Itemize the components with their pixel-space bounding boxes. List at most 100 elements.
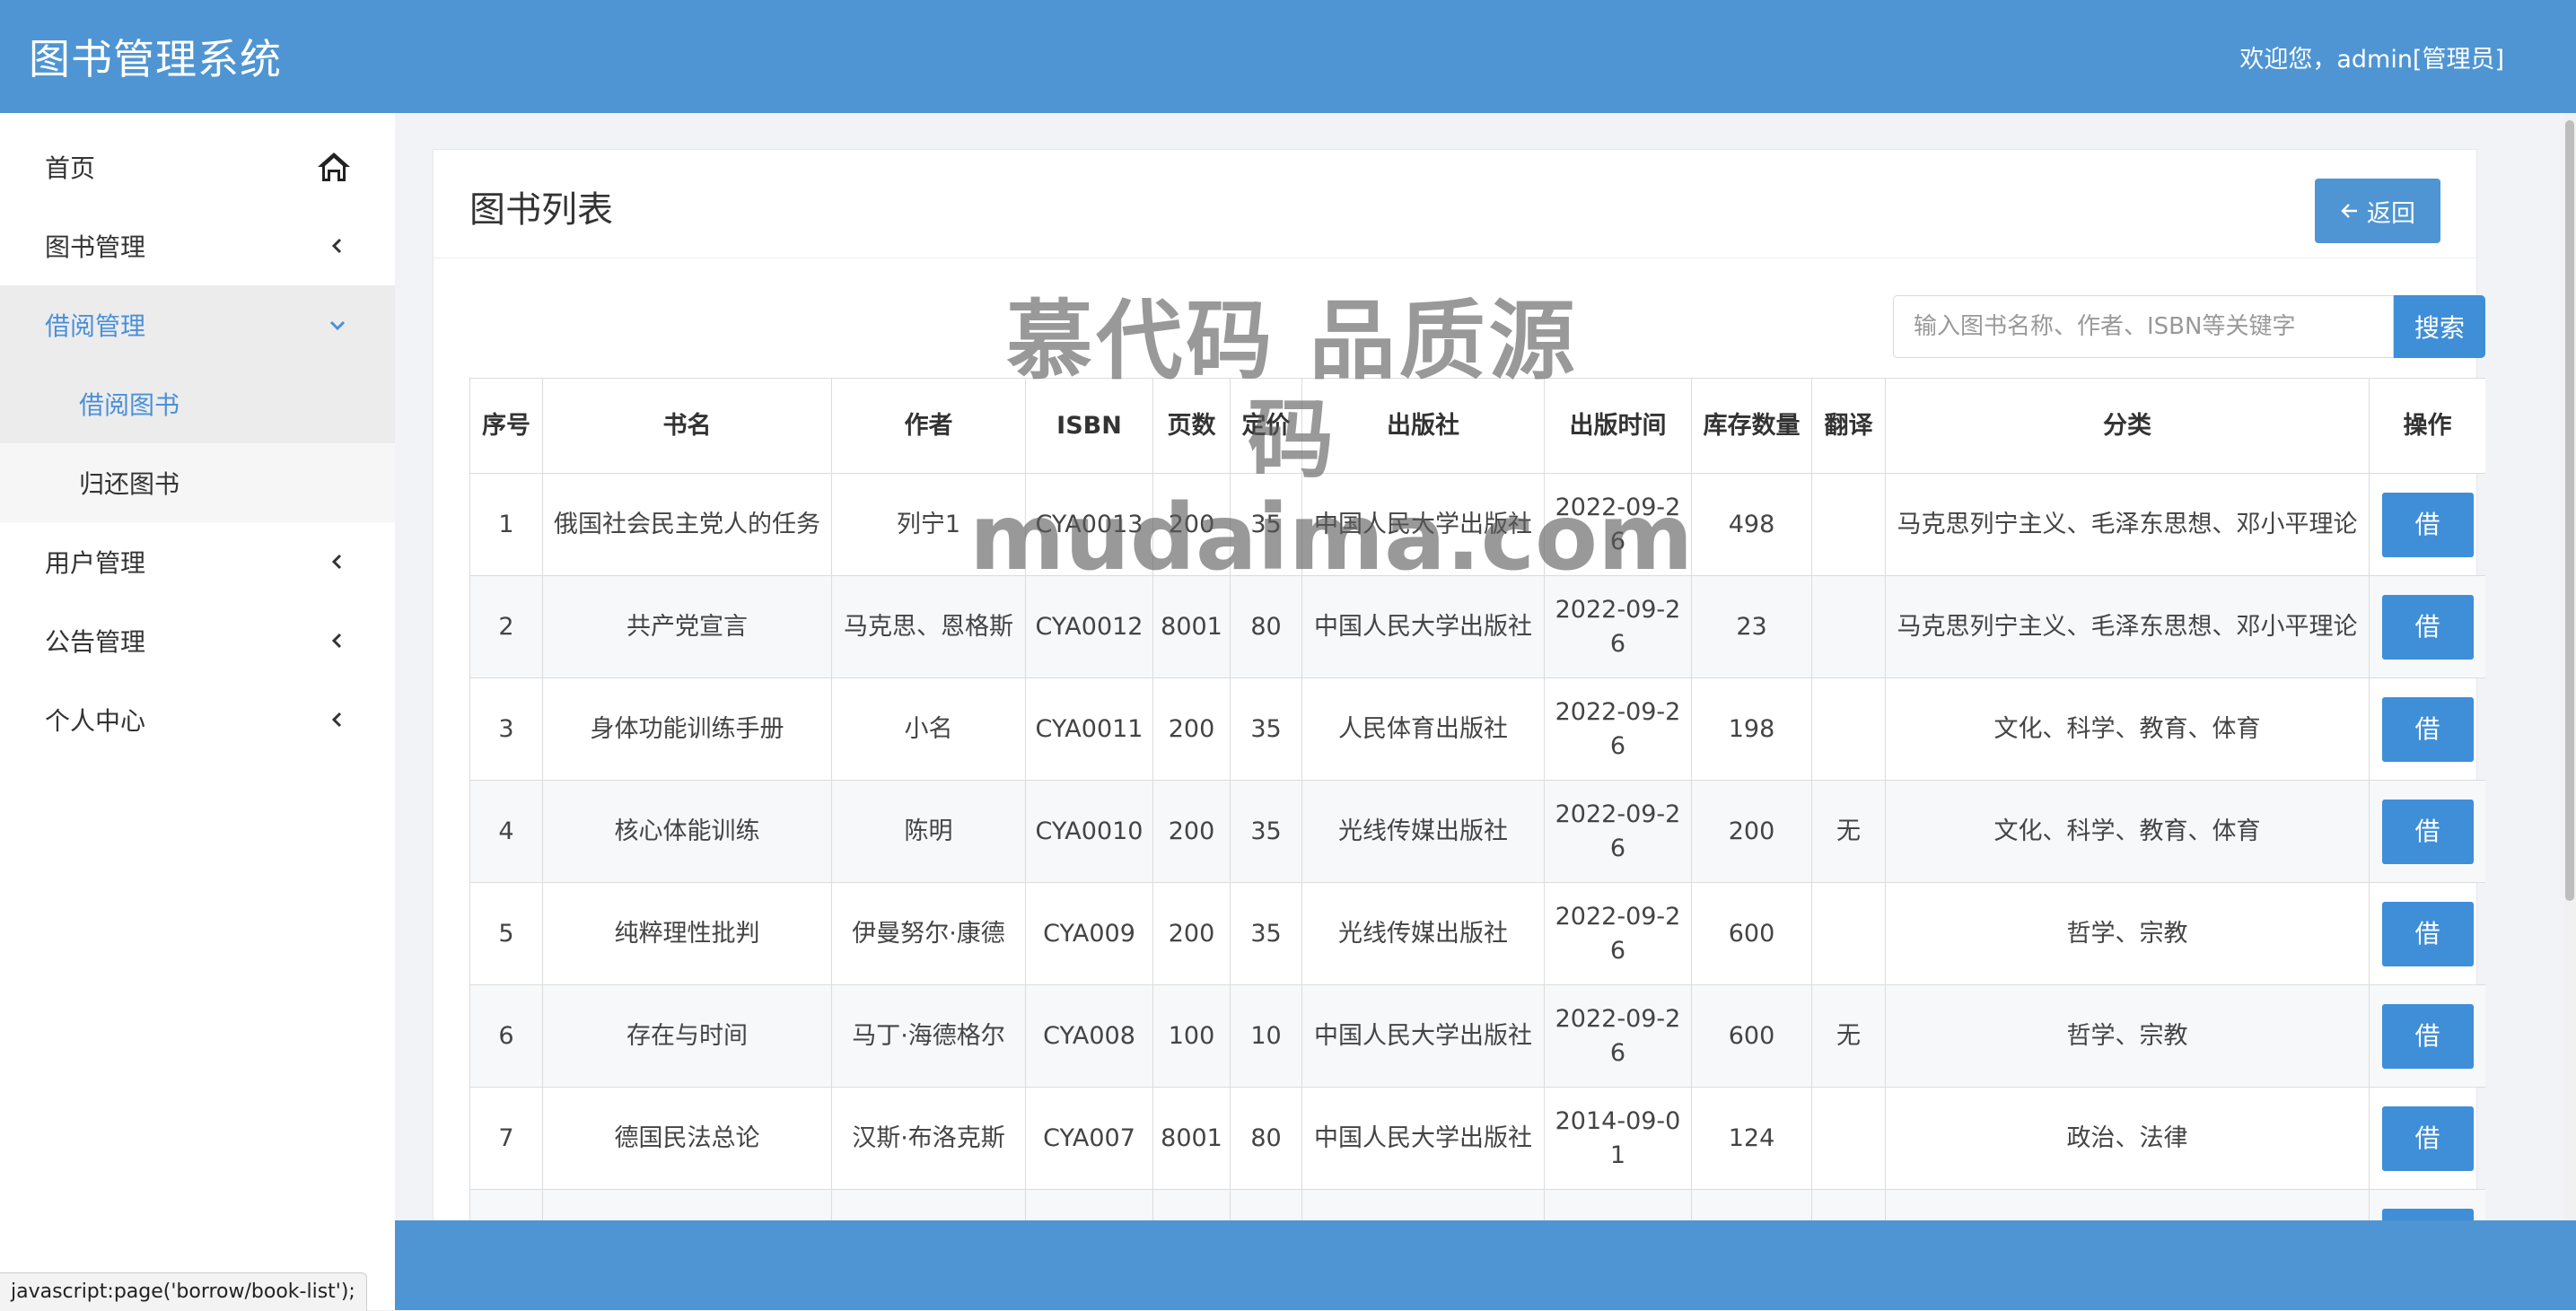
search-button[interactable]: 搜索 [2394, 295, 2485, 358]
borrow-button[interactable]: 借 [2381, 1106, 2474, 1171]
table-cell: 200 [1152, 882, 1231, 985]
borrow-button[interactable]: 借 [2381, 1003, 2474, 1069]
sidebar-subitem-return-book[interactable]: 归还图书 [0, 443, 395, 522]
table-cell: 5 [469, 882, 543, 985]
table-cell: 200 [1152, 677, 1231, 781]
table-cell: 马克思、恩格斯 [831, 575, 1026, 678]
arrow-left-icon [2341, 204, 2357, 218]
sidebar-subitem-label: 借阅图书 [79, 390, 180, 420]
table-cell: CYA008 [1025, 984, 1153, 1088]
table-row: 5 纯粹理性批判 伊曼努尔·康德 CYA009 200 35 光线传媒出版社 2022-09-… [469, 882, 2485, 985]
borrow-button[interactable]: 借 [2381, 799, 2474, 864]
table-cell: 俄国社会民主党人的任务 [542, 473, 832, 576]
table-cell: 无 [1811, 780, 1886, 883]
back-button[interactable]: 返回 [2315, 179, 2440, 243]
table-cell: 哲学、宗教 [1885, 882, 2370, 985]
sidebar-item-book-management[interactable]: 图书管理 [0, 206, 395, 285]
borrow-button[interactable]: 借 [2381, 492, 2474, 557]
sidebar-item-borrow-management[interactable]: 借阅管理 [0, 285, 395, 364]
table-cell [1811, 1189, 1886, 1221]
table-cell [469, 1189, 543, 1221]
table-cell: 200 [1152, 473, 1231, 576]
column-header: 翻译 [1811, 378, 1886, 474]
table-cell: CYA0010 [1025, 780, 1153, 883]
table-cell: CYA009 [1025, 882, 1153, 985]
column-header: 操作 [2369, 378, 2485, 474]
scrollbar-thumb[interactable] [2565, 120, 2574, 901]
sidebar-subitem-label: 归还图书 [79, 469, 180, 499]
table-cell: 马克思列宁主义、毛泽东思想、邓小平理论 [1885, 575, 2370, 678]
sidebar-item-notice-management[interactable]: 公告管理 [0, 601, 395, 680]
table-header: 序号 书名 作者 ISBN 页数 定价 出版社 出版时间 库存数量 翻译 分类 操作 [469, 378, 2485, 474]
card-header: 图书列表 返回 [434, 150, 2476, 258]
table-cell-action: 借 [2369, 780, 2485, 883]
table-cell: 198 [1691, 677, 1812, 781]
table-cell: 23 [1691, 575, 1812, 678]
borrow-button[interactable]: 借 [2381, 696, 2474, 762]
sidebar-item-home[interactable]: 首页 [0, 127, 395, 206]
borrow-button[interactable]: 借 [2381, 1208, 2474, 1221]
sidebar-item-personal-center[interactable]: 个人中心 [0, 680, 395, 759]
column-header: 出版社 [1301, 378, 1545, 474]
table-cell: 2022-09-26 [1544, 677, 1692, 781]
table-cell: 德国民法总论 [542, 1087, 832, 1190]
borrow-button[interactable]: 借 [2381, 594, 2474, 660]
table-body: 1 俄国社会民主党人的任务 列宁1 CYA0013 200 35 中国人民大学出版社 2022… [469, 473, 2485, 1221]
table-cell: 100 [1152, 984, 1231, 1088]
table-cell [1025, 1189, 1153, 1221]
table-cell: 存在与时间 [542, 984, 832, 1088]
table-row: 借 [469, 1189, 2485, 1221]
table-cell: 600 [1691, 984, 1812, 1088]
sidebar-subitem-borrow-book[interactable]: 借阅图书 [0, 364, 395, 443]
scrollbar[interactable] [2563, 113, 2576, 1220]
table-cell [1885, 1189, 2370, 1221]
back-button-label: 返回 [2367, 199, 2415, 228]
table-cell [831, 1189, 1026, 1221]
table-cell: 2 [469, 575, 543, 678]
table-cell [542, 1189, 832, 1221]
sidebar-item-label: 首页 [45, 153, 96, 183]
table-cell-action: 借 [2369, 1189, 2485, 1221]
search-box [1893, 295, 2394, 358]
table-cell: 4 [469, 780, 543, 883]
column-header: 页数 [1152, 378, 1231, 474]
column-header: 序号 [469, 378, 543, 474]
column-header: 出版时间 [1544, 378, 1692, 474]
table-cell: 124 [1691, 1087, 1812, 1190]
table-cell: 2022-09-26 [1544, 984, 1692, 1088]
chevron-left-icon [331, 238, 342, 254]
sidebar-item-user-management[interactable]: 用户管理 [0, 522, 395, 601]
column-header: 分类 [1885, 378, 2370, 474]
table-cell: 8001 [1152, 1087, 1231, 1190]
table-cell: 小名 [831, 677, 1026, 781]
table-cell: 8001 [1152, 575, 1231, 678]
table-cell [1811, 882, 1886, 985]
table-cell: 80 [1230, 575, 1302, 678]
borrow-button[interactable]: 借 [2381, 901, 2474, 966]
table-cell: 哲学、宗教 [1885, 984, 2370, 1088]
chevron-left-icon [331, 633, 342, 649]
table-cell [1230, 1189, 1302, 1221]
table-cell: 2022-09-26 [1544, 780, 1692, 883]
column-header: 书名 [542, 378, 832, 474]
table-cell [1301, 1189, 1545, 1221]
table-cell: 35 [1230, 473, 1302, 576]
table-cell [1811, 575, 1886, 678]
sidebar-item-label: 个人中心 [45, 706, 146, 736]
status-bar-url: javascript:page('borrow/book-list'); [0, 1272, 367, 1311]
table-cell: 1 [469, 473, 543, 576]
table-cell: 核心体能训练 [542, 780, 832, 883]
top-navbar: 图书管理系统 欢迎您，admin[管理员] [0, 0, 2576, 113]
footer-bar [395, 1220, 2576, 1310]
user-welcome[interactable]: 欢迎您，admin[管理员] [2239, 39, 2504, 74]
app-title: 图书管理系统 [29, 35, 282, 83]
sidebar-item-label: 图书管理 [45, 232, 146, 262]
table-cell: 2022-09-26 [1544, 473, 1692, 576]
table-cell: 35 [1230, 882, 1302, 985]
sidebar-item-label: 公告管理 [45, 627, 146, 657]
table-cell: 光线传媒出版社 [1301, 780, 1545, 883]
table-cell [1152, 1189, 1231, 1221]
column-header: ISBN [1025, 378, 1153, 474]
search-input[interactable] [1912, 312, 2382, 341]
chevron-left-icon [331, 554, 342, 570]
